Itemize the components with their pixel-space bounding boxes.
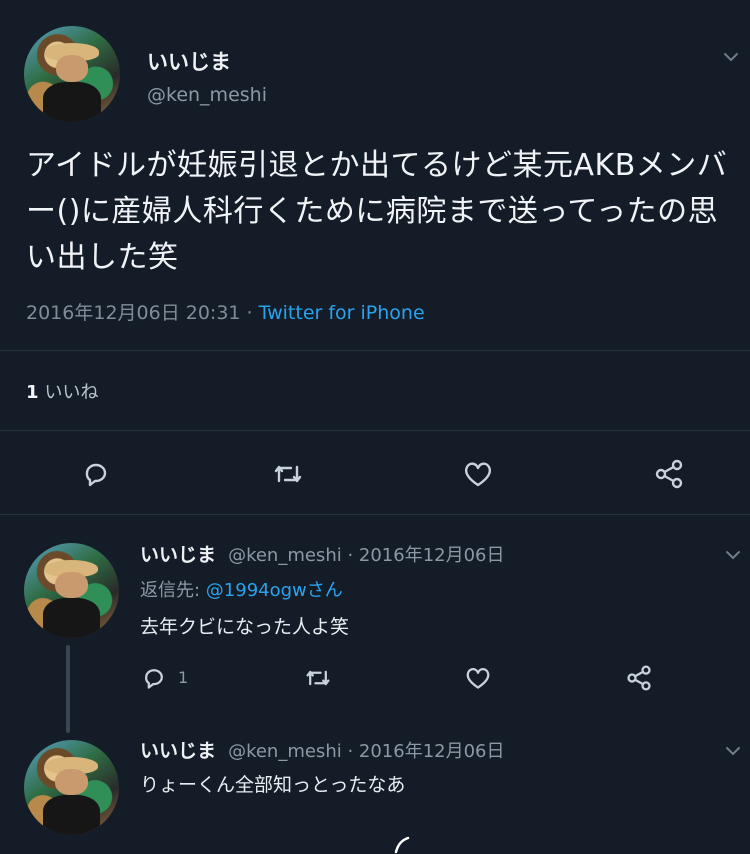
reply-header: いいじま @ken_meshi · 2016年12月06日 [140, 540, 505, 567]
reply-to-prefix: 返信先: [140, 580, 206, 601]
reply-count: 1 [178, 668, 189, 687]
likes-label: いいね [44, 382, 99, 403]
share-icon [627, 665, 651, 691]
tweet-meta: 2016年12月06日 20:31 · Twitter for iPhone [26, 298, 425, 325]
display-name[interactable]: いいじま [140, 740, 216, 762]
avatar[interactable] [24, 740, 119, 835]
divider [0, 430, 750, 431]
retweet-button[interactable] [268, 454, 308, 494]
retweet-icon [306, 670, 330, 686]
avatar[interactable] [24, 543, 119, 638]
meta-separator: · [240, 302, 259, 324]
reply-text: りょーくん全部知っとったなあ [140, 774, 406, 796]
chevron-down-icon[interactable] [724, 546, 742, 564]
user-handle[interactable]: @ken_meshi [147, 84, 267, 106]
reply-button[interactable] [134, 658, 174, 698]
thread-connector [66, 645, 70, 733]
likes-summary[interactable]: 1 いいね [26, 378, 99, 404]
handle-date[interactable]: @ken_meshi · 2016年12月06日 [228, 741, 504, 762]
reply-icon [85, 463, 107, 487]
divider [0, 350, 750, 351]
reply-to: 返信先: @1994ogwさん [140, 576, 343, 602]
like-icon [466, 667, 490, 689]
share-button[interactable] [619, 658, 659, 698]
chevron-down-icon[interactable] [722, 48, 740, 66]
likes-count: 1 [26, 382, 39, 403]
tweet-source-link[interactable]: Twitter for iPhone [259, 302, 425, 324]
tweet-text: アイドルが妊娠引退とか出てるけど某元AKBメンバー()に産婦人科行くために病院ま… [26, 148, 728, 275]
chevron-down-icon[interactable] [724, 742, 742, 760]
handle-date[interactable]: @ken_meshi · 2016年12月06日 [228, 545, 504, 566]
share-button[interactable] [649, 454, 689, 494]
like-button[interactable] [458, 658, 498, 698]
tweet-detail-screen: いいじま @ken_meshi アイドルが妊娠引退とか出てるけど某元AKBメンバ… [0, 0, 750, 854]
reply-button[interactable] [76, 454, 116, 494]
like-icon [464, 462, 492, 487]
display-name[interactable]: いいじま [140, 544, 216, 566]
display-name[interactable]: いいじま [147, 46, 231, 76]
avatar[interactable] [24, 26, 120, 122]
like-button[interactable] [458, 454, 498, 494]
pen-mark [394, 836, 410, 854]
divider [0, 514, 750, 515]
tweet-date: 2016年12月06日 20:31 [26, 302, 241, 324]
reply-to-mention[interactable]: @1994ogwさん [206, 580, 343, 601]
retweet-button[interactable] [298, 658, 338, 698]
share-icon [655, 459, 683, 489]
reply-icon [145, 669, 163, 689]
reply-header: いいじま @ken_meshi · 2016年12月06日 [140, 736, 505, 763]
reply-text: 去年クビになった人よ笑 [140, 616, 350, 638]
retweet-icon [274, 465, 302, 483]
